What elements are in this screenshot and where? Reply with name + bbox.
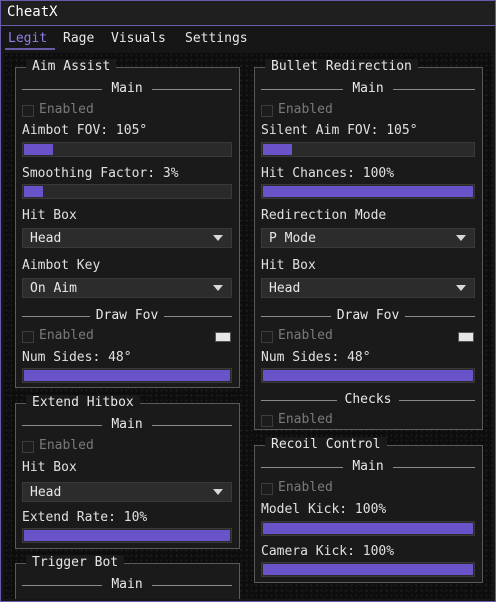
aimbot-key-label: Aimbot Key xyxy=(22,258,101,273)
slider-fill xyxy=(24,144,53,155)
section-label: Main xyxy=(352,459,384,474)
extend-hitbox-main-section: Main xyxy=(22,417,232,433)
hitbox-value: Head xyxy=(30,231,62,246)
draw-fov-enabled-label: Enabled xyxy=(39,328,94,343)
smoothing-label: Smoothing Factor: 3% xyxy=(22,166,179,181)
extend-hitbox-enabled-checkbox[interactable] xyxy=(22,441,34,453)
bullet-redirection-title: Bullet Redirection xyxy=(265,59,418,75)
num-sides-label: Num Sides: 48° xyxy=(22,350,132,365)
section-label: Main xyxy=(111,81,143,96)
title-bar[interactable]: CheatX xyxy=(1,1,495,26)
window-title: CheatX xyxy=(7,4,58,20)
checks-enabled-checkbox[interactable] xyxy=(261,415,273,427)
model-kick-slider[interactable] xyxy=(261,521,475,536)
fov-color-picker[interactable] xyxy=(215,332,231,342)
section-label: Main xyxy=(111,577,143,592)
hit-chances-label: Hit Chances: 100% xyxy=(261,166,395,181)
camera-kick-slider[interactable] xyxy=(261,562,475,577)
smoothing-slider[interactable] xyxy=(22,184,232,199)
chevron-down-icon xyxy=(213,489,223,495)
extend-hitbox-hitbox-label: Hit Box xyxy=(22,460,77,475)
section-label: Draw Fov xyxy=(336,308,400,323)
section-label: Draw Fov xyxy=(95,308,159,323)
tab-legit[interactable]: Legit xyxy=(8,31,47,46)
cheat-window: CheatX Legit Rage Visuals Settings Aim A… xyxy=(0,0,496,602)
aim-assist-main-section: Main xyxy=(22,81,232,97)
camera-kick-label: Camera Kick: 100% xyxy=(261,544,395,559)
redirection-mode-value: P Mode xyxy=(269,231,316,246)
extend-rate-label: Extend Rate: 10% xyxy=(22,510,148,525)
silent-aim-fov-label: Silent Aim FOV: 105° xyxy=(261,123,418,138)
aim-assist-title: Aim Assist xyxy=(26,59,117,75)
aimbot-fov-label: Aimbot FOV: 105° xyxy=(22,123,148,138)
section-label: Checks xyxy=(344,392,392,407)
silent-aim-fov-slider[interactable] xyxy=(261,142,475,157)
hitbox-label: Hit Box xyxy=(22,208,77,223)
recoil-control-group: Recoil Control Main Enabled Model Kick: … xyxy=(254,437,483,583)
content-area: Aim Assist Main Enabled Aimbot FOV: 105°… xyxy=(4,53,492,599)
recoil-enabled-checkbox[interactable] xyxy=(261,483,273,495)
br-hitbox-label: Hit Box xyxy=(261,258,316,273)
active-tab-indicator xyxy=(5,48,55,50)
aimbot-fov-slider[interactable] xyxy=(22,142,232,157)
checks-enabled-label: Enabled xyxy=(278,412,333,427)
slider-fill xyxy=(263,144,293,155)
slider-fill xyxy=(263,370,473,381)
bullet-redirection-group: Bullet Redirection Main Enabled Silent A… xyxy=(254,59,483,430)
aim-assist-enabled-checkbox[interactable] xyxy=(22,105,34,117)
chevron-down-icon xyxy=(456,285,466,291)
tab-visuals[interactable]: Visuals xyxy=(111,31,166,46)
slider-fill xyxy=(263,186,473,197)
chevron-down-icon xyxy=(213,285,223,291)
bullet-redirection-main-section: Main xyxy=(261,81,475,97)
br-draw-fov-section: Draw Fov xyxy=(261,308,475,324)
aimbot-key-dropdown[interactable]: On Aim xyxy=(22,278,232,298)
br-num-sides-slider[interactable] xyxy=(261,368,475,383)
extend-hitbox-enabled-label: Enabled xyxy=(39,438,94,453)
slider-fill xyxy=(263,523,473,534)
draw-fov-enabled-checkbox[interactable] xyxy=(22,331,34,343)
checks-section: Checks xyxy=(261,392,475,408)
aim-assist-enabled-label: Enabled xyxy=(39,102,94,117)
slider-fill xyxy=(263,564,473,575)
recoil-control-main-section: Main xyxy=(261,459,475,475)
chevron-down-icon xyxy=(456,235,466,241)
hit-chances-slider[interactable] xyxy=(261,184,475,199)
aimbot-key-value: On Aim xyxy=(30,281,77,296)
bullet-redirection-enabled-checkbox[interactable] xyxy=(261,105,273,117)
hitbox-value: Head xyxy=(30,485,62,500)
br-hitbox-dropdown[interactable]: Head xyxy=(261,278,475,298)
redirection-mode-dropdown[interactable]: P Mode xyxy=(261,228,475,248)
extend-hitbox-title: Extend Hitbox xyxy=(26,395,140,411)
trigger-bot-title: Trigger Bot xyxy=(26,555,125,571)
slider-fill xyxy=(24,186,43,197)
hitbox-dropdown[interactable]: Head xyxy=(22,228,232,248)
draw-fov-section: Draw Fov xyxy=(22,308,232,324)
slider-fill xyxy=(24,530,230,541)
redirection-mode-label: Redirection Mode xyxy=(261,208,387,223)
extend-hitbox-hitbox-dropdown[interactable]: Head xyxy=(22,482,232,502)
aim-assist-group: Aim Assist Main Enabled Aimbot FOV: 105°… xyxy=(15,59,240,388)
extend-rate-slider[interactable] xyxy=(22,528,232,543)
slider-fill xyxy=(24,370,230,381)
section-label: Main xyxy=(111,417,143,432)
tab-bar: Legit Rage Visuals Settings xyxy=(1,27,495,51)
bullet-redirection-enabled-label: Enabled xyxy=(278,102,333,117)
recoil-control-title: Recoil Control xyxy=(265,437,387,453)
trigger-bot-group: Trigger Bot Main xyxy=(15,555,240,599)
tab-settings[interactable]: Settings xyxy=(185,31,248,46)
section-label: Main xyxy=(352,81,384,96)
extend-hitbox-group: Extend Hitbox Main Enabled Hit Box Head … xyxy=(15,395,240,549)
num-sides-slider[interactable] xyxy=(22,368,232,383)
br-draw-fov-enabled-label: Enabled xyxy=(278,328,333,343)
recoil-enabled-label: Enabled xyxy=(278,480,333,495)
br-num-sides-label: Num Sides: 48° xyxy=(261,350,371,365)
hitbox-value: Head xyxy=(269,281,301,296)
model-kick-label: Model Kick: 100% xyxy=(261,502,387,517)
br-draw-fov-enabled-checkbox[interactable] xyxy=(261,331,273,343)
trigger-bot-main-section: Main xyxy=(22,577,232,593)
br-fov-color-picker[interactable] xyxy=(458,332,474,342)
tab-rage[interactable]: Rage xyxy=(63,31,94,46)
chevron-down-icon xyxy=(213,235,223,241)
